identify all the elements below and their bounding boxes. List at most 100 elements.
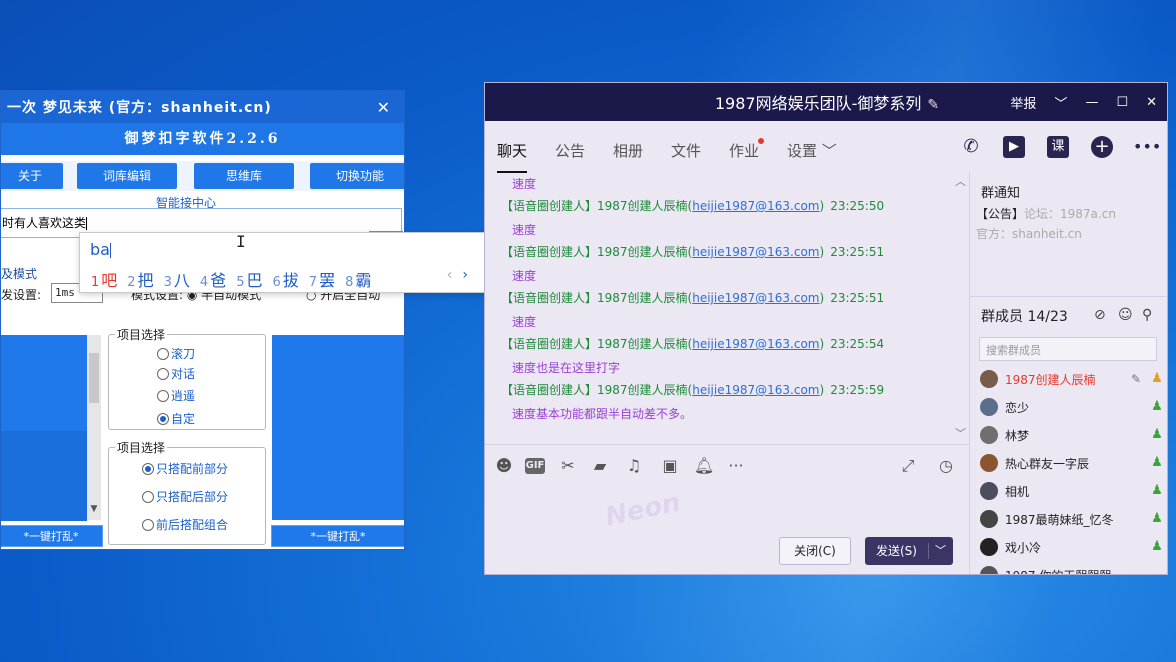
ime-candidate-list: 1吧 2把 3八 4爸 5巴 6拔 7罢 8霸 bbox=[91, 267, 371, 291]
radio-xiaoyao[interactable]: 逍遥 bbox=[157, 387, 195, 404]
music-icon[interactable]: ♫ bbox=[623, 455, 645, 477]
avatar bbox=[980, 454, 998, 472]
ime-candidate[interactable]: 1吧 bbox=[91, 267, 117, 291]
message-text: 速度 bbox=[512, 315, 537, 329]
member-row[interactable]: 1987创建人辰楠 ✎ ♟ bbox=[980, 367, 1165, 391]
member-search-input[interactable]: 搜索群成员 bbox=[979, 337, 1157, 361]
gif-icon[interactable]: GIF bbox=[525, 458, 545, 474]
mode-label: 及模式 bbox=[1, 267, 38, 281]
maximize-icon[interactable]: ☐ bbox=[1116, 95, 1128, 110]
sender-email-link[interactable]: heijie1987@163.com bbox=[692, 199, 819, 213]
candidate-char: 把 bbox=[137, 271, 154, 290]
message-sender: 【语音圈创建人】1987创建人辰楠( bbox=[501, 199, 693, 213]
mind-library-button[interactable]: 思维库 bbox=[194, 163, 294, 189]
add-member-icon[interactable]: ☺ bbox=[1118, 307, 1133, 323]
message-list[interactable]: 速度 【语音圈创建人】1987创建人辰楠(heijie1987@163.com)… bbox=[485, 171, 969, 441]
class-icon[interactable]: 课 bbox=[1047, 136, 1069, 158]
avatar bbox=[980, 426, 998, 444]
remove-member-icon[interactable]: ⊘ bbox=[1094, 307, 1106, 323]
tab-chat[interactable]: 聊天 bbox=[497, 140, 528, 173]
ime-candidate[interactable]: 3八 bbox=[164, 267, 190, 291]
tab-settings[interactable]: 设置 ﹀ bbox=[787, 140, 837, 161]
edit-title-icon[interactable]: ✎ bbox=[927, 97, 939, 113]
sender-email-link[interactable]: heijie1987@163.com bbox=[692, 383, 819, 397]
sender-paren: ) bbox=[819, 199, 825, 213]
right-list-panel[interactable] bbox=[272, 335, 404, 520]
app-banner: 御梦扣字软件2.2.6 bbox=[1, 123, 404, 155]
member-row[interactable]: 热心群友一字辰 ♟ bbox=[980, 451, 1165, 475]
shuffle-right-button[interactable]: *一键打乱* bbox=[271, 525, 404, 547]
member-row[interactable]: 相机 ♟ bbox=[980, 479, 1165, 503]
radio-custom[interactable]: 自定 bbox=[157, 410, 195, 427]
ime-next-icon[interactable]: › bbox=[462, 267, 468, 283]
ime-candidate[interactable]: 7罢 bbox=[309, 267, 335, 291]
scroll-down-icon[interactable]: ▼ bbox=[87, 504, 101, 514]
folder-icon[interactable]: ▰ bbox=[589, 455, 611, 477]
message-header: 【语音圈创建人】1987创建人辰楠(heijie1987@163.com) 23:… bbox=[501, 243, 884, 260]
radio-match-front[interactable]: 只搭配前部分 bbox=[142, 460, 228, 477]
left-list-scroll-thumb[interactable] bbox=[89, 353, 99, 403]
report-button[interactable]: 举报 bbox=[1010, 93, 1036, 112]
expand-icon[interactable]: ⤢ bbox=[897, 455, 919, 477]
radio-dialogue[interactable]: 对话 bbox=[157, 365, 195, 382]
add-icon[interactable]: + bbox=[1091, 136, 1113, 158]
bell-icon[interactable]: 🔔︎ bbox=[693, 455, 715, 477]
tab-album[interactable]: 相册 bbox=[613, 140, 643, 161]
tab-files[interactable]: 文件 bbox=[671, 140, 701, 161]
minimize-icon[interactable]: — bbox=[1085, 95, 1098, 110]
candidate-char: 巴 bbox=[246, 271, 263, 290]
more-tools-icon[interactable]: ··· bbox=[725, 455, 747, 477]
sender-email-link[interactable]: heijie1987@163.com bbox=[692, 291, 819, 305]
close-chat-button[interactable]: 关闭(C) bbox=[779, 537, 851, 565]
more-icon[interactable]: ••• bbox=[1133, 135, 1161, 159]
about-button[interactable]: 关于 bbox=[1, 163, 63, 189]
radio-scroll-knife[interactable]: 滚刀 bbox=[157, 345, 195, 362]
ime-prev-icon[interactable]: ‹ bbox=[447, 267, 453, 283]
search-icon[interactable]: ⚲ bbox=[1142, 307, 1152, 323]
member-row[interactable]: 1987最萌妹纸_忆冬 ♟ bbox=[980, 507, 1165, 531]
chevron-down-icon[interactable]: ﹀ bbox=[1054, 93, 1067, 112]
member-row[interactable]: 1987 你的王熙熙熙 bbox=[980, 563, 1165, 574]
notice-forum-text: 论坛：1987a.cn bbox=[1024, 207, 1116, 221]
text-caret bbox=[86, 217, 88, 230]
member-row[interactable]: 林梦 ♟ bbox=[980, 423, 1165, 447]
sender-email-link[interactable]: heijie1987@163.com bbox=[692, 245, 819, 259]
scissors-icon[interactable]: ✂ bbox=[557, 455, 579, 477]
app-close-icon[interactable]: ✕ bbox=[377, 98, 390, 117]
message-time: 23:25:50 bbox=[830, 199, 885, 213]
ime-candidate-window: ba 1吧 2把 3八 4爸 5巴 6拔 7罢 8霸 ‹ › bbox=[79, 232, 493, 293]
ime-candidate[interactable]: 6拔 bbox=[272, 267, 298, 291]
radio-icon bbox=[142, 490, 154, 503]
radio-match-back[interactable]: 只搭配后部分 bbox=[142, 488, 228, 505]
emoji-icon[interactable]: ☻ bbox=[493, 455, 515, 477]
close-icon[interactable]: ✕ bbox=[1146, 95, 1157, 110]
ime-candidate[interactable]: 5巴 bbox=[236, 267, 262, 291]
radio-match-combo[interactable]: 前后搭配组合 bbox=[142, 516, 228, 533]
ime-candidate[interactable]: 2把 bbox=[127, 267, 153, 291]
member-name: 1987最萌妹纸_忆冬 bbox=[1005, 512, 1114, 527]
tab-announcement[interactable]: 公告 bbox=[555, 140, 585, 161]
ime-candidate[interactable]: 8霸 bbox=[345, 267, 371, 291]
video-call-icon[interactable]: ▶ bbox=[1003, 136, 1025, 158]
member-row[interactable]: 恋少 ♟ bbox=[980, 395, 1165, 419]
history-clock-icon[interactable]: ◷ bbox=[935, 455, 957, 477]
phone-icon[interactable]: ✆ bbox=[959, 135, 983, 159]
tab-homework[interactable]: 作业 bbox=[729, 138, 765, 161]
message-header: 【语音圈创建人】1987创建人辰楠(heijie1987@163.com) 23:… bbox=[501, 335, 884, 352]
send-button[interactable]: 发送(S) ﹀ bbox=[865, 537, 953, 565]
member-row[interactable]: 戏小冷 ♟ bbox=[980, 535, 1165, 559]
message-text: 速度 bbox=[512, 223, 537, 237]
collapse-up-icon[interactable]: ︿ bbox=[955, 173, 966, 189]
image-icon[interactable]: ▣ bbox=[659, 455, 681, 477]
switch-function-button[interactable]: 切换功能 bbox=[310, 163, 404, 189]
tab-homework-label: 作业 bbox=[729, 142, 760, 160]
lexicon-edit-button[interactable]: 词库编辑 bbox=[77, 163, 177, 189]
sender-email-link[interactable]: heijie1987@163.com bbox=[692, 337, 819, 351]
send-options-chevron-icon[interactable]: ﹀ bbox=[935, 537, 946, 565]
collapse-down-icon[interactable]: ﹀ bbox=[955, 425, 966, 441]
edit-icon[interactable]: ✎ bbox=[1131, 372, 1141, 386]
shuffle-left-button[interactable]: *一键打乱* bbox=[1, 525, 103, 547]
ime-candidate[interactable]: 4爸 bbox=[200, 267, 226, 291]
member-name: 林梦 bbox=[1005, 428, 1030, 443]
message-input-area[interactable]: ☻ GIF ✂ ▰ ♫ ▣ 🔔︎ ··· ⤢ ◷ Neon 关闭(C) 发送(S… bbox=[485, 444, 969, 574]
